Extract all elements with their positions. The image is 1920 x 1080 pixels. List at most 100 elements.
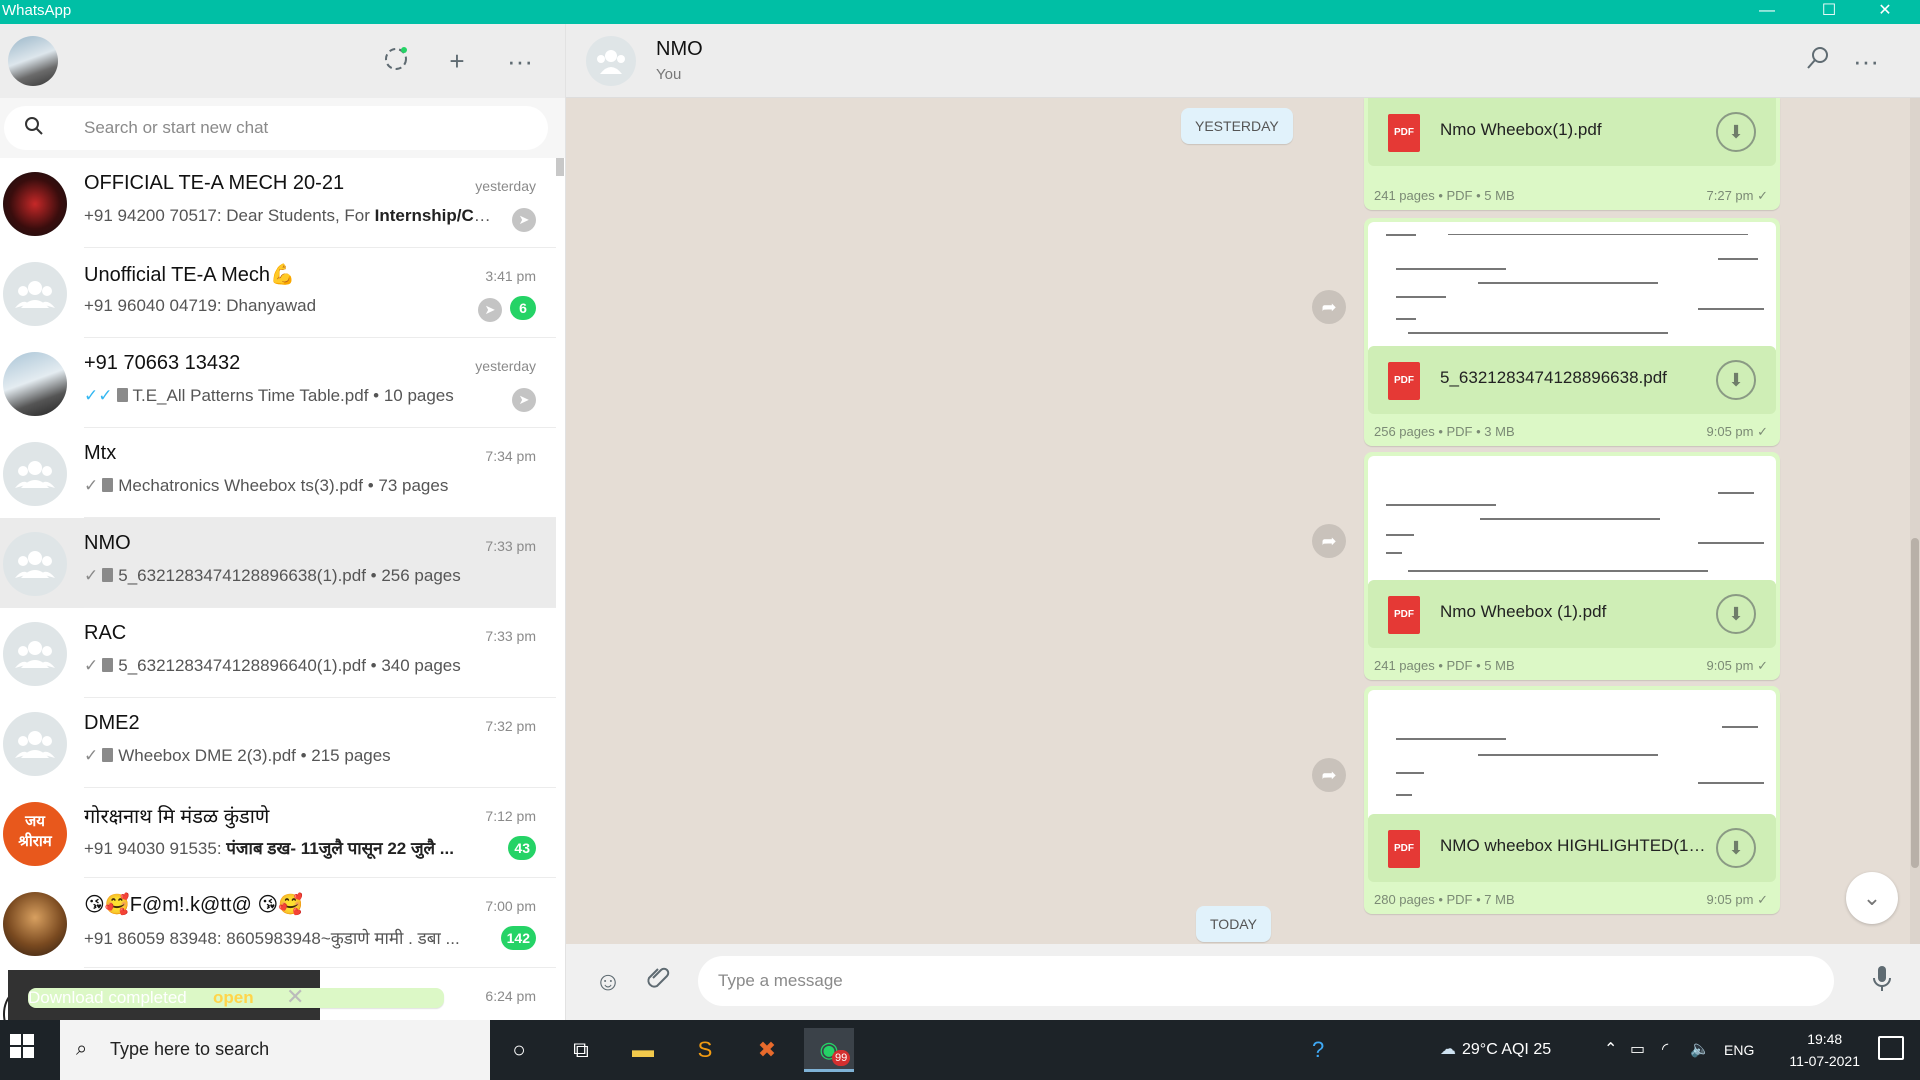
system-clock[interactable]: 19:48 11-07-2021 (1789, 1028, 1860, 1072)
message-input[interactable] (698, 956, 1834, 1006)
group-avatar-icon (586, 36, 636, 86)
cortana-icon[interactable]: ○ (494, 1028, 544, 1072)
document-message[interactable]: PDF Nmo Wheebox (1).pdf ⬇ 241 pages • PD… (1364, 452, 1780, 680)
toast-open-link[interactable]: open (213, 988, 254, 1008)
weather-widget[interactable]: ☁ 29°C AQI 25 (1440, 1020, 1551, 1080)
group-avatar-icon (3, 712, 67, 776)
chat-preview: ✓✓ T.E_All Patterns Time Table.pdf • 10 p… (84, 386, 454, 405)
sublime-text-icon[interactable]: S (680, 1028, 730, 1072)
pdf-preview-thumbnail (1368, 456, 1776, 584)
conversation-subtitle: You (656, 66, 682, 83)
menu-icon[interactable]: ··· (502, 44, 538, 80)
pin-icon: ➤ (512, 208, 536, 232)
chat-item-mtx[interactable]: Mtx 7:34 pm ✓ Mechatronics Wheebox ts(3).… (0, 428, 556, 518)
whatsapp-unread-badge: 99 (832, 1050, 851, 1066)
search-input[interactable] (84, 114, 524, 142)
document-row[interactable]: PDF Nmo Wheebox (1).pdf ⬇ (1368, 580, 1776, 648)
pdf-preview-thumbnail (1368, 690, 1776, 818)
attach-icon[interactable] (640, 964, 676, 1000)
download-icon[interactable]: ⬇ (1716, 360, 1756, 400)
document-meta: 256 pages • PDF • 3 MB (1374, 424, 1515, 439)
whatsapp-taskbar-icon[interactable]: ◉ 99 (804, 1028, 854, 1072)
help-icon[interactable]: ? (1312, 1020, 1324, 1080)
chat-preview: ✓ 5_6321283474128896640(1).pdf • 340 page… (84, 656, 461, 675)
file-explorer-icon[interactable]: ▬ (618, 1028, 668, 1072)
chat-preview: +91 94030 91535: पंजाब डख- 11जुलै पासून … (84, 839, 454, 858)
conversation-name: NMO (656, 38, 703, 60)
chat-name: 😘🥰F@m!.k@tt@ 😘🥰 (84, 894, 304, 916)
toast-close-icon[interactable]: ✕ (286, 984, 304, 1010)
chat-name: NMO (84, 532, 131, 554)
forward-icon[interactable]: ➦ (1312, 524, 1346, 558)
group-avatar-icon (3, 442, 67, 506)
battery-icon[interactable]: ▭ (1630, 1020, 1645, 1080)
chat-preview: ✓ Mechatronics Wheebox ts(3).pdf • 73 pag… (84, 476, 449, 495)
search-icon[interactable] (24, 116, 46, 138)
chat-item-dme2[interactable]: DME2 7:32 pm ✓ Wheebox DME 2(3).pdf • 215… (0, 698, 556, 788)
chat-item-unofficial-te-a-mech[interactable]: Unofficial TE-A Mech💪 3:41 pm +91 96040 … (0, 248, 556, 338)
volume-icon[interactable]: 🔈 (1690, 1020, 1710, 1080)
chat-item-917066313432[interactable]: +91 70663 13432 yesterday ✓✓ T.E_All Patt… (0, 338, 556, 428)
chat-item-goraksha-mitra-mandal[interactable]: जय श्रीराम गोरक्षनाथ मि मंडळ कुंडाणे 7:12… (0, 788, 556, 878)
maximize-button[interactable]: ☐ (1806, 0, 1852, 24)
document-message[interactable]: PDF 5_6321283474128896638.pdf ⬇ 256 page… (1364, 218, 1780, 446)
pdf-icon: PDF (1388, 596, 1420, 634)
document-row[interactable]: PDF 5_6321283474128896638.pdf ⬇ (1368, 346, 1776, 414)
emoji-icon[interactable]: ☺ (590, 964, 626, 1000)
unread-badge: 43 (508, 836, 536, 860)
forward-icon[interactable]: ➦ (1312, 290, 1346, 324)
avatar: जय श्रीराम (3, 802, 67, 866)
search-icon[interactable] (1800, 44, 1836, 80)
chat-time: 7:00 pm (485, 898, 536, 914)
search-bar (0, 98, 565, 158)
close-button[interactable]: ✕ (1862, 0, 1908, 24)
document-row[interactable]: PDF Nmo Wheebox(1).pdf ⬇ (1368, 98, 1776, 166)
download-icon[interactable]: ⬇ (1716, 828, 1756, 868)
windows-start-icon[interactable] (10, 1034, 50, 1066)
taskbar-search[interactable]: ⌕ Type here to search (60, 1020, 490, 1080)
window-title: WhatsApp (2, 2, 72, 19)
chat-name: Unofficial TE-A Mech💪 (84, 264, 295, 286)
chat-item-family-katta[interactable]: 😘🥰F@m!.k@tt@ 😘🥰 7:00 pm +91 86059 83948:… (0, 878, 556, 968)
document-name: NMO wheebox HIGHLIGHTED(1).... (1440, 836, 1710, 855)
download-toast: Download completed open ✕ (8, 970, 444, 1020)
chat-time: 7:34 pm (485, 448, 536, 464)
message-time: 9:05 pm ✓ (1706, 892, 1768, 907)
status-icon[interactable] (378, 44, 414, 80)
date-divider-yesterday: YESTERDAY (1181, 108, 1293, 144)
document-name: Nmo Wheebox(1).pdf (1440, 120, 1602, 139)
chat-preview: +91 96040 04719: Dhanyawad (84, 296, 317, 315)
download-icon[interactable]: ⬇ (1716, 594, 1756, 634)
document-meta: 280 pages • PDF • 7 MB (1374, 892, 1515, 907)
xampp-icon[interactable]: ✖ (742, 1028, 792, 1072)
document-icon (102, 658, 114, 672)
document-row[interactable]: PDF NMO wheebox HIGHLIGHTED(1).... ⬇ (1368, 814, 1776, 882)
document-message[interactable]: PDF Nmo Wheebox(1).pdf ⬇ 241 pages • PDF… (1364, 98, 1780, 210)
profile-avatar[interactable] (8, 36, 58, 86)
language-indicator[interactable]: ENG (1724, 1020, 1754, 1080)
chat-item-nmo[interactable]: NMO 7:33 pm ✓ 5_6321283474128896638(1).pd… (0, 518, 556, 608)
conversation-scrollbar[interactable] (1910, 98, 1920, 944)
menu-icon[interactable]: ··· (1848, 44, 1884, 80)
minimize-button[interactable]: — (1744, 0, 1790, 24)
chat-item-official-te-a-mech[interactable]: OFFICIAL TE-A MECH 20-21 yesterday +91 9… (0, 158, 556, 248)
group-avatar-icon (3, 532, 67, 596)
new-chat-icon[interactable]: + (439, 44, 475, 80)
document-meta: 241 pages • PDF • 5 MB (1374, 188, 1515, 203)
notification-center-icon[interactable] (1878, 1036, 1904, 1060)
scroll-down-icon[interactable]: ⌄ (1846, 872, 1898, 924)
left-header: + ··· (0, 24, 565, 98)
task-view-icon[interactable]: ⧉ (556, 1028, 606, 1072)
microphone-icon[interactable] (1864, 964, 1900, 1000)
document-message[interactable]: PDF NMO wheebox HIGHLIGHTED(1).... ⬇ 280… (1364, 686, 1780, 914)
chat-name: DME2 (84, 712, 140, 734)
download-icon[interactable]: ⬇ (1716, 112, 1756, 152)
forward-icon[interactable]: ➦ (1312, 758, 1346, 792)
search-icon: ⌕ (76, 1038, 88, 1060)
chat-item-rac[interactable]: RAC 7:33 pm ✓ 5_6321283474128896640(1).pd… (0, 608, 556, 698)
windows-taskbar: ⌕ Type here to search ○ ⧉ ▬ S ✖ ◉ 99 ? ☁ 2… (0, 1020, 1920, 1080)
wifi-icon[interactable]: ◜ (1662, 1020, 1668, 1080)
conversation-header[interactable]: NMO You ··· (566, 24, 1920, 98)
chat-list-scrollbar[interactable] (556, 158, 564, 176)
show-hidden-icons-icon[interactable]: ⌃ (1604, 1020, 1617, 1080)
